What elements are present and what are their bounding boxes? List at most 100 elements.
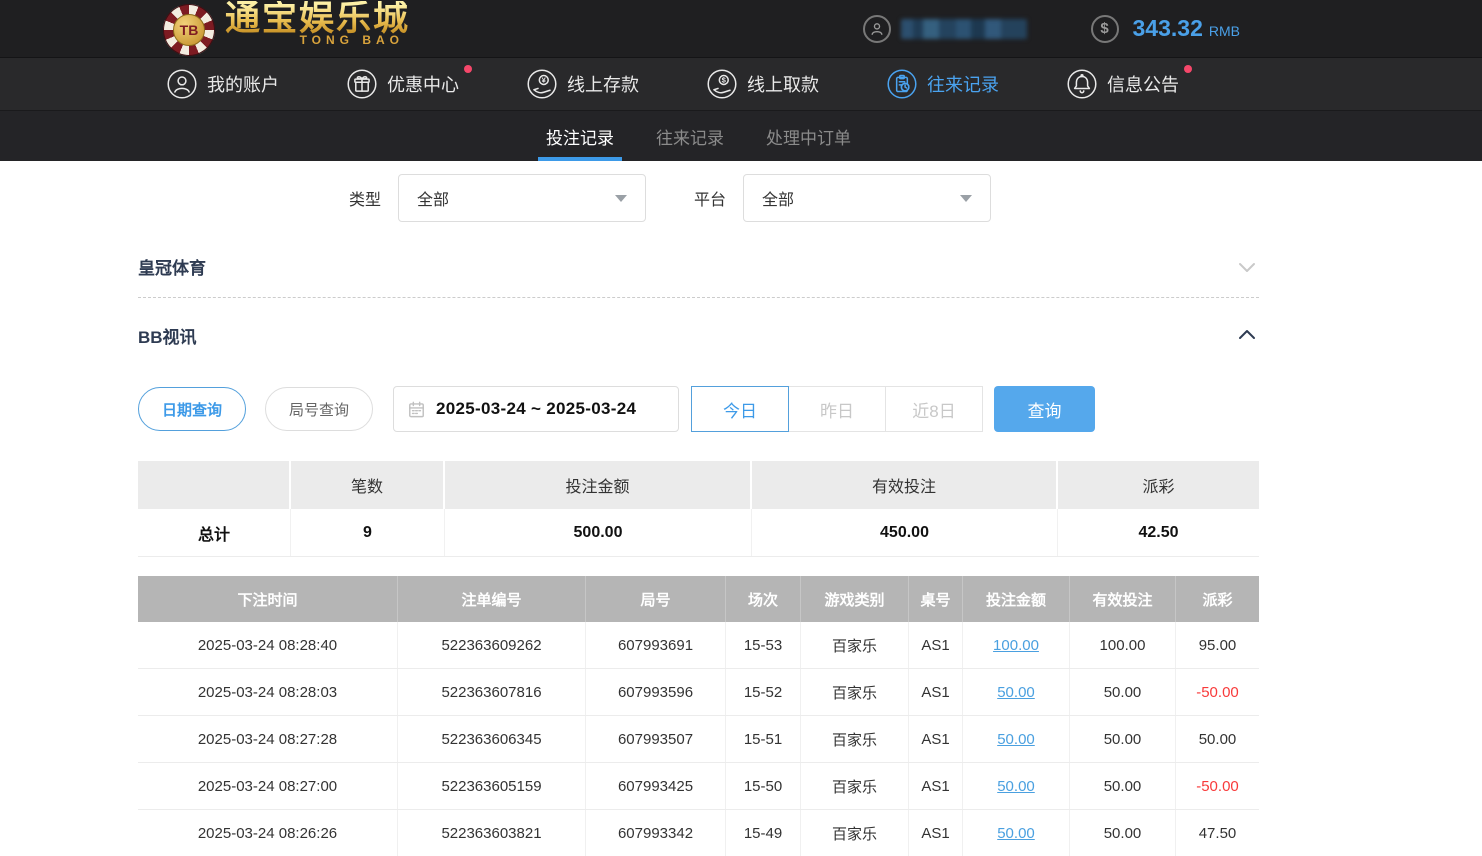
cell-game-type: 百家乐	[801, 716, 909, 762]
deposit-icon: ¥	[526, 68, 558, 100]
nav-deposit[interactable]: ¥ 线上存款	[526, 68, 639, 100]
cell-round-number: 607993596	[586, 669, 726, 715]
nav-label: 信息公告	[1107, 71, 1179, 97]
cell-bet-time: 2025-03-24 08:26:26	[138, 810, 398, 856]
chevron-down-icon	[960, 195, 972, 202]
cell-session: 15-51	[726, 716, 801, 762]
table-header-cell: 游戏类别	[801, 576, 909, 622]
platform-select-value: 全部	[762, 186, 794, 210]
calendar-icon	[407, 400, 426, 419]
cell-payout: 50.00	[1176, 716, 1259, 762]
table-header-cell: 有效投注	[1070, 576, 1176, 622]
filter-row: 类型 全部 平台 全部	[349, 174, 1259, 222]
cell-game-type: 百家乐	[801, 810, 909, 856]
section-title: BB视讯	[138, 323, 197, 348]
round-query-button[interactable]: 局号查询	[265, 387, 373, 431]
summary-header-cell: 投注金额	[445, 461, 752, 509]
chevron-down-icon	[615, 195, 627, 202]
user-account[interactable]	[863, 15, 1027, 43]
nav-transaction-records[interactable]: 往来记录	[886, 68, 999, 100]
cell-bet-id: 522363605159	[398, 763, 586, 809]
chip-monogram: TB	[173, 14, 205, 46]
cell-bet-id: 522363609262	[398, 622, 586, 668]
notification-dot	[464, 65, 472, 73]
bet-amount-link[interactable]: 100.00	[993, 637, 1039, 654]
table-row: 2025-03-24 08:28:40 522363609262 6079936…	[138, 622, 1259, 669]
nav-announcements[interactable]: 信息公告	[1066, 68, 1179, 100]
table-header-cell: 注单编号	[398, 576, 586, 622]
table-header-row: 下注时间 注单编号 局号 场次 游戏类别 桌号 投注金额 有效投注 派彩	[138, 576, 1259, 622]
cell-session: 15-53	[726, 622, 801, 668]
section-bb-live[interactable]: BB视讯	[138, 304, 1259, 366]
cell-valid-bet: 50.00	[1070, 716, 1176, 762]
nav-withdraw[interactable]: $ 线上取款	[706, 68, 819, 100]
today-button[interactable]: 今日	[691, 386, 789, 432]
section-crown-sports[interactable]: 皇冠体育	[138, 236, 1259, 298]
table-row: 2025-03-24 08:27:00 522363605159 6079934…	[138, 763, 1259, 810]
cell-payout: 95.00	[1176, 622, 1259, 668]
cell-table-number: AS1	[909, 716, 963, 762]
dollar-coin-icon: $	[1091, 15, 1119, 43]
cell-valid-bet: 100.00	[1070, 622, 1176, 668]
bet-amount-link[interactable]: 50.00	[997, 825, 1035, 842]
bet-amount-link[interactable]: 50.00	[997, 684, 1035, 701]
date-range-input[interactable]: 2025-03-24 ~ 2025-03-24	[393, 386, 679, 432]
site-subtitle: TONG BAO	[300, 33, 410, 47]
nav-label: 我的账户	[207, 71, 279, 97]
cell-session: 15-50	[726, 763, 801, 809]
platform-filter-label: 平台	[694, 186, 726, 210]
summary-table: 笔数 投注金额 有效投注 派彩 总计 9 500.00 450.00 42.50	[138, 461, 1259, 557]
cell-game-type: 百家乐	[801, 669, 909, 715]
query-controls: 日期查询 局号查询 2025-03-24 ~ 2025-03-24 今日 昨日 …	[138, 386, 1259, 432]
summary-header-cell: 派彩	[1058, 461, 1259, 509]
cell-valid-bet: 50.00	[1070, 763, 1176, 809]
cell-valid-bet: 50.00	[1070, 669, 1176, 715]
cell-payout: -50.00	[1176, 763, 1259, 809]
search-button[interactable]: 查询	[994, 386, 1095, 432]
user-icon	[166, 68, 198, 100]
record-tabbar: 投注记录 往来记录 处理中订单	[0, 111, 1482, 161]
type-filter-label: 类型	[349, 186, 381, 210]
table-header-cell: 投注金额	[963, 576, 1070, 622]
nav-promotions[interactable]: 优惠中心	[346, 68, 459, 100]
cell-bet-time: 2025-03-24 08:28:03	[138, 669, 398, 715]
table-header-cell: 桌号	[909, 576, 963, 622]
summary-bet-total: 500.00	[445, 509, 752, 556]
quick-date-group: 今日 昨日 近8日	[691, 386, 983, 432]
summary-payout-total: 42.50	[1058, 509, 1259, 556]
wallet-balance[interactable]: $ 343.32 RMB	[1091, 15, 1240, 43]
table-row: 2025-03-24 08:28:03 522363607816 6079935…	[138, 669, 1259, 716]
summary-header-cell	[138, 461, 291, 509]
date-range-value: 2025-03-24 ~ 2025-03-24	[436, 399, 636, 419]
tab-bet-records[interactable]: 投注记录	[544, 111, 616, 161]
summary-header-row: 笔数 投注金额 有效投注 派彩	[138, 461, 1259, 509]
user-avatar-icon	[863, 15, 891, 43]
cell-round-number: 607993425	[586, 763, 726, 809]
chevron-up-icon	[1235, 323, 1259, 347]
table-row: 2025-03-24 08:27:28 522363606345 6079935…	[138, 716, 1259, 763]
cell-round-number: 607993342	[586, 810, 726, 856]
summary-total-row: 总计 9 500.00 450.00 42.50	[138, 509, 1259, 557]
cell-bet-id: 522363606345	[398, 716, 586, 762]
type-select[interactable]: 全部	[398, 174, 646, 222]
summary-total-label: 总计	[138, 509, 291, 556]
last8days-button[interactable]: 近8日	[885, 386, 983, 432]
date-query-button[interactable]: 日期查询	[138, 387, 246, 431]
bet-amount-link[interactable]: 50.00	[997, 731, 1035, 748]
table-row: 2025-03-24 08:26:26 522363603821 6079933…	[138, 810, 1259, 856]
summary-count: 9	[291, 509, 445, 556]
bet-records-table: 下注时间 注单编号 局号 场次 游戏类别 桌号 投注金额 有效投注 派彩 202…	[138, 576, 1259, 856]
site-logo[interactable]: TB 通宝娱乐城 TONG BAO	[163, 1, 410, 56]
cell-session: 15-52	[726, 669, 801, 715]
cell-table-number: AS1	[909, 622, 963, 668]
cell-bet-id: 522363603821	[398, 810, 586, 856]
bet-amount-link[interactable]: 50.00	[997, 778, 1035, 795]
tab-transaction-records[interactable]: 往来记录	[654, 111, 726, 161]
yesterday-button[interactable]: 昨日	[788, 386, 886, 432]
platform-select[interactable]: 全部	[743, 174, 991, 222]
cell-table-number: AS1	[909, 810, 963, 856]
cell-bet-id: 522363607816	[398, 669, 586, 715]
tab-pending-orders[interactable]: 处理中订单	[764, 111, 853, 161]
nav-my-account[interactable]: 我的账户	[166, 68, 279, 100]
table-header-cell: 下注时间	[138, 576, 398, 622]
